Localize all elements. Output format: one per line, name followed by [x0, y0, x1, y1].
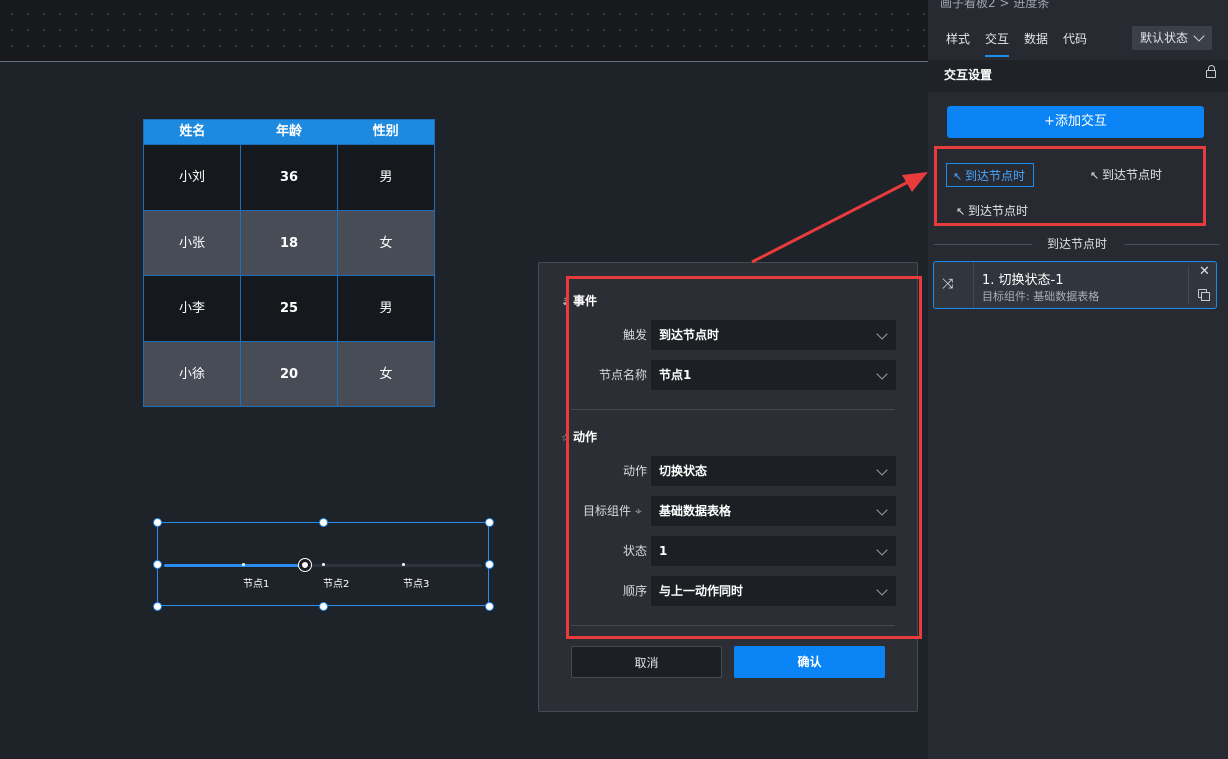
column-header: 年龄 [276, 124, 303, 139]
column-header: 性别 [372, 124, 399, 139]
interaction-settings-title: 交互设置 [928, 60, 1228, 92]
trigger-group-divider: 到达节点时 [934, 236, 1220, 252]
progress-node-dot [402, 563, 405, 566]
resize-handle-right[interactable] [485, 560, 494, 569]
resize-handle-top-left[interactable] [153, 518, 162, 527]
cursor-icon: ↖ [956, 205, 966, 218]
resize-handle-top[interactable] [319, 518, 328, 527]
table-cell: 小刘 [144, 144, 241, 210]
tab-code[interactable]: 代码 [1063, 30, 1087, 57]
progress-fill [164, 564, 305, 567]
resize-handle-bottom-left[interactable] [153, 602, 162, 611]
trigger-chip[interactable]: ↖ 到达节点时 [956, 199, 1028, 223]
table-cell: 小徐 [144, 340, 241, 406]
data-table-widget[interactable]: 姓名 年龄 性别 小刘 36 男 小张 18 女 小李 25 男 小徐 20 女 [143, 119, 435, 407]
resize-handle-top-right[interactable] [485, 518, 494, 527]
resize-handle-left[interactable] [153, 560, 162, 569]
chevron-down-icon [1193, 30, 1205, 42]
progress-node-label: 节点1 [243, 579, 270, 590]
table-cell: 25 [241, 275, 338, 341]
progress-node-dot [322, 563, 325, 566]
table-cell: 男 [338, 275, 434, 341]
cursor-icon: ↖ [953, 170, 963, 183]
highlight-box [566, 276, 922, 639]
progress-node-dot [242, 563, 245, 566]
tab-data[interactable]: 数据 [1024, 30, 1048, 57]
table-cell: 小李 [144, 275, 241, 341]
table-cell: 女 [338, 340, 434, 407]
state-dropdown[interactable]: 默认状态 [1132, 26, 1212, 50]
resize-handle-bottom[interactable] [319, 602, 328, 611]
add-interaction-button[interactable]: +添加交互 [947, 106, 1204, 138]
table-row: 小张 18 女 [144, 209, 434, 276]
progress-current-node [299, 559, 311, 571]
switch-icon: ⤨ [942, 276, 954, 292]
cursor-icon: ↖ [1090, 169, 1100, 182]
tab-style[interactable]: 样式 [946, 30, 970, 57]
canvas-ruler [0, 0, 928, 62]
lock-icon[interactable] [1206, 65, 1216, 78]
progress-node-label: 节点3 [403, 579, 430, 590]
trigger-chip-selected[interactable]: ↖ 到达节点时 [946, 163, 1035, 187]
trigger-chip[interactable]: ↖ 到达节点时 [1090, 163, 1162, 187]
table-cell: 男 [338, 144, 434, 210]
confirm-button[interactable]: 确认 [734, 646, 885, 678]
cancel-button[interactable]: 取消 [571, 646, 722, 678]
table-cell: 20 [241, 340, 338, 406]
table-row: 小徐 20 女 [144, 340, 434, 407]
progress-node-label: 节点2 [323, 579, 350, 590]
action-card-subtitle: 目标组件: 基础数据表格 [982, 290, 1100, 303]
table-cell: 小张 [144, 209, 241, 275]
property-panel: 画子看板2 > 进度条 样式 交互 数据 代码 默认状态 交互设置 +添加交互 … [928, 0, 1228, 759]
table-row: 小李 25 男 [144, 275, 434, 341]
table-cell: 36 [241, 144, 338, 210]
panel-tabs: 样式 交互 数据 代码 [946, 30, 1087, 57]
breadcrumb[interactable]: 画子看板2 > 进度条 [940, 0, 1049, 11]
table-header: 姓名 年龄 性别 [144, 120, 434, 144]
action-card[interactable]: ⤨ 1. 切换状态-1 目标组件: 基础数据表格 ✕ [933, 261, 1217, 309]
table-row: 小刘 36 男 [144, 144, 434, 210]
copy-icon[interactable] [1198, 289, 1210, 301]
close-icon[interactable]: ✕ [1199, 264, 1210, 279]
tab-interaction[interactable]: 交互 [985, 30, 1010, 57]
resize-handle-bottom-right[interactable] [485, 602, 494, 611]
table-cell: 女 [338, 209, 434, 276]
column-header: 姓名 [179, 124, 206, 139]
action-card-title: 1. 切换状态-1 [982, 273, 1064, 288]
table-cell: 18 [241, 209, 338, 275]
